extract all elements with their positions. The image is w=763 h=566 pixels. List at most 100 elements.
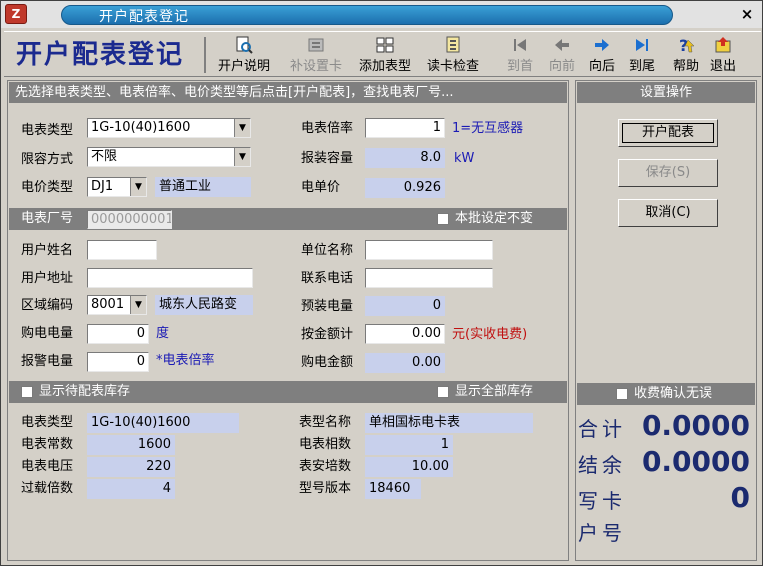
unit-price-label: 电单价: [301, 180, 341, 195]
cancel-button[interactable]: 取消(C): [618, 199, 718, 227]
toolbar-label: 帮助: [672, 59, 699, 74]
batch-fixed-checkbox[interactable]: [437, 213, 449, 225]
price-type-select[interactable]: DJ1 ▼: [87, 177, 147, 197]
total-value: 0.0000: [641, 409, 750, 442]
phase-count-value: 1: [365, 435, 453, 455]
meter-ratio-hint: 1=无互感器: [452, 121, 524, 136]
alarm-power-unit: *电表倍率: [156, 353, 215, 368]
side-panel: 设置操作 开户配表 保存(S) 取消(C) 收费确认无误 合计 0.0000 结…: [575, 80, 757, 561]
show-pending-stock-checkbox[interactable]: [21, 386, 33, 398]
area-code-value: 8001: [91, 297, 125, 312]
meter-ratio-input[interactable]: 1: [365, 118, 445, 138]
show-pending-stock-label: 显示待配表库存: [39, 384, 131, 399]
overload-ratio-label: 过载倍数: [21, 481, 74, 496]
last-icon: [633, 36, 651, 54]
factory-no-label: 电表厂号: [21, 211, 74, 226]
purchase-amount-label: 购电金额: [301, 355, 354, 370]
area-code-label: 区域编码: [21, 298, 74, 313]
batch-fixed-label: 本批设定不变: [455, 211, 534, 226]
reissue-setting-card-button[interactable]: 补设置卡: [284, 36, 348, 76]
main-window: Z 开户配表登记 × 开户配表登记 开户说明 补设置卡 添加表型 读卡检查 到首…: [0, 0, 763, 566]
help-button[interactable]: ? 帮助: [668, 36, 704, 76]
confirm-fee-label: 收费确认无误: [634, 386, 713, 401]
meter-type-select[interactable]: 1G-10(40)1600 ▼: [87, 118, 251, 138]
company-name-label: 单位名称: [301, 243, 354, 258]
meter-constant-value: 1600: [87, 435, 175, 455]
meter-type-label: 电表类型: [21, 123, 74, 138]
company-name-input[interactable]: [365, 240, 493, 260]
model-version-value: 18460: [365, 479, 421, 499]
capacity-mode-select[interactable]: 不限 ▼: [87, 147, 251, 167]
read-card-check-button[interactable]: 读卡检查: [420, 36, 486, 76]
read-card-icon: [444, 36, 462, 54]
prev-icon: [553, 36, 571, 54]
toolbar: 开户配表登记 开户说明 补设置卡 添加表型 读卡检查 到首 向前 向后 到尾 ?…: [4, 31, 761, 77]
open-account-button[interactable]: 开户配表: [618, 119, 718, 147]
prev-record-button[interactable]: 向前: [542, 36, 582, 76]
overload-ratio-value: 4: [87, 479, 175, 499]
toolbar-label: 补设置卡: [289, 59, 342, 74]
phone-input[interactable]: [365, 268, 493, 288]
alarm-power-input[interactable]: 0: [87, 352, 149, 372]
app-logo-icon: Z: [5, 4, 27, 24]
title-bar: Z 开户配表登记 ×: [1, 1, 762, 28]
model-version-label: 型号版本: [299, 481, 352, 496]
side-header: 设置操作: [577, 82, 755, 103]
confirm-fee-checkbox[interactable]: [616, 388, 628, 400]
purchase-power-input[interactable]: 0: [87, 324, 149, 344]
help-icon: ?: [677, 36, 695, 55]
ampere-ratio-label: 表安培数: [299, 459, 352, 474]
write-card-value: 0: [730, 481, 750, 514]
meter-constant-label: 电表常数: [21, 437, 74, 452]
phase-count-label: 电表相数: [299, 437, 352, 452]
preset-power-label: 预装电量: [301, 299, 354, 314]
user-address-input[interactable]: [87, 268, 253, 288]
model-name-value: 单相国标电卡表: [365, 413, 533, 433]
add-meter-type-button[interactable]: 添加表型: [353, 36, 417, 76]
next-icon: [593, 36, 611, 54]
preset-power-value: 0: [365, 296, 445, 316]
chevron-down-icon[interactable]: ▼: [130, 178, 146, 196]
window-title: 开户配表登记: [99, 9, 189, 25]
card-icon: [307, 36, 325, 54]
first-record-button[interactable]: 到首: [500, 36, 540, 76]
amount-total-input[interactable]: 0.00: [365, 324, 445, 344]
last-record-button[interactable]: 到尾: [622, 36, 662, 76]
show-all-stock-checkbox[interactable]: [437, 386, 449, 398]
open-instructions-button[interactable]: 开户说明: [214, 36, 274, 76]
toolbar-label: 开户说明: [217, 59, 270, 74]
account-no-label: 户号: [578, 521, 626, 545]
model-name-label: 表型名称: [299, 415, 352, 430]
chevron-down-icon[interactable]: ▼: [234, 119, 250, 137]
stock-meter-type-label: 电表类型: [21, 415, 74, 430]
user-address-label: 用户地址: [21, 271, 74, 286]
phone-label: 联系电话: [301, 271, 354, 286]
factory-no-input[interactable]: 0000000001: [87, 210, 172, 229]
total-label: 合计: [578, 417, 626, 441]
amount-total-label: 按金额计: [301, 327, 354, 342]
save-button[interactable]: 保存(S): [618, 159, 718, 187]
chevron-down-icon[interactable]: ▼: [234, 148, 250, 166]
price-type-value: DJ1: [91, 179, 114, 194]
meter-voltage-value: 220: [87, 457, 175, 477]
price-type-label: 电价类型: [21, 180, 74, 195]
balance-value: 0.0000: [641, 445, 750, 478]
user-name-input[interactable]: [87, 240, 157, 260]
install-capacity-unit: kW: [454, 151, 475, 166]
toolbar-label: 向后: [588, 59, 615, 74]
toolbar-label: 向前: [548, 59, 575, 74]
meter-ratio-label: 电表倍率: [301, 121, 354, 136]
chevron-down-icon[interactable]: ▼: [130, 296, 146, 314]
write-card-label: 写卡: [578, 489, 626, 513]
close-icon[interactable]: ×: [738, 5, 756, 23]
show-all-stock-label: 显示全部库存: [455, 384, 534, 399]
next-record-button[interactable]: 向后: [582, 36, 622, 76]
toolbar-label: 到首: [506, 59, 533, 74]
instruction-bar: 先选择电表类型、电表倍率、电价类型等后点击[开户配表]，查找电表厂号...: [9, 82, 567, 103]
toolbar-label: 退出: [709, 59, 736, 74]
meter-voltage-label: 电表电压: [21, 459, 74, 474]
meter-type-value: 1G-10(40)1600: [91, 120, 191, 135]
area-code-select[interactable]: 8001 ▼: [87, 295, 147, 315]
purchase-amount-value: 0.00: [365, 353, 445, 373]
exit-button[interactable]: 退出: [704, 36, 742, 76]
